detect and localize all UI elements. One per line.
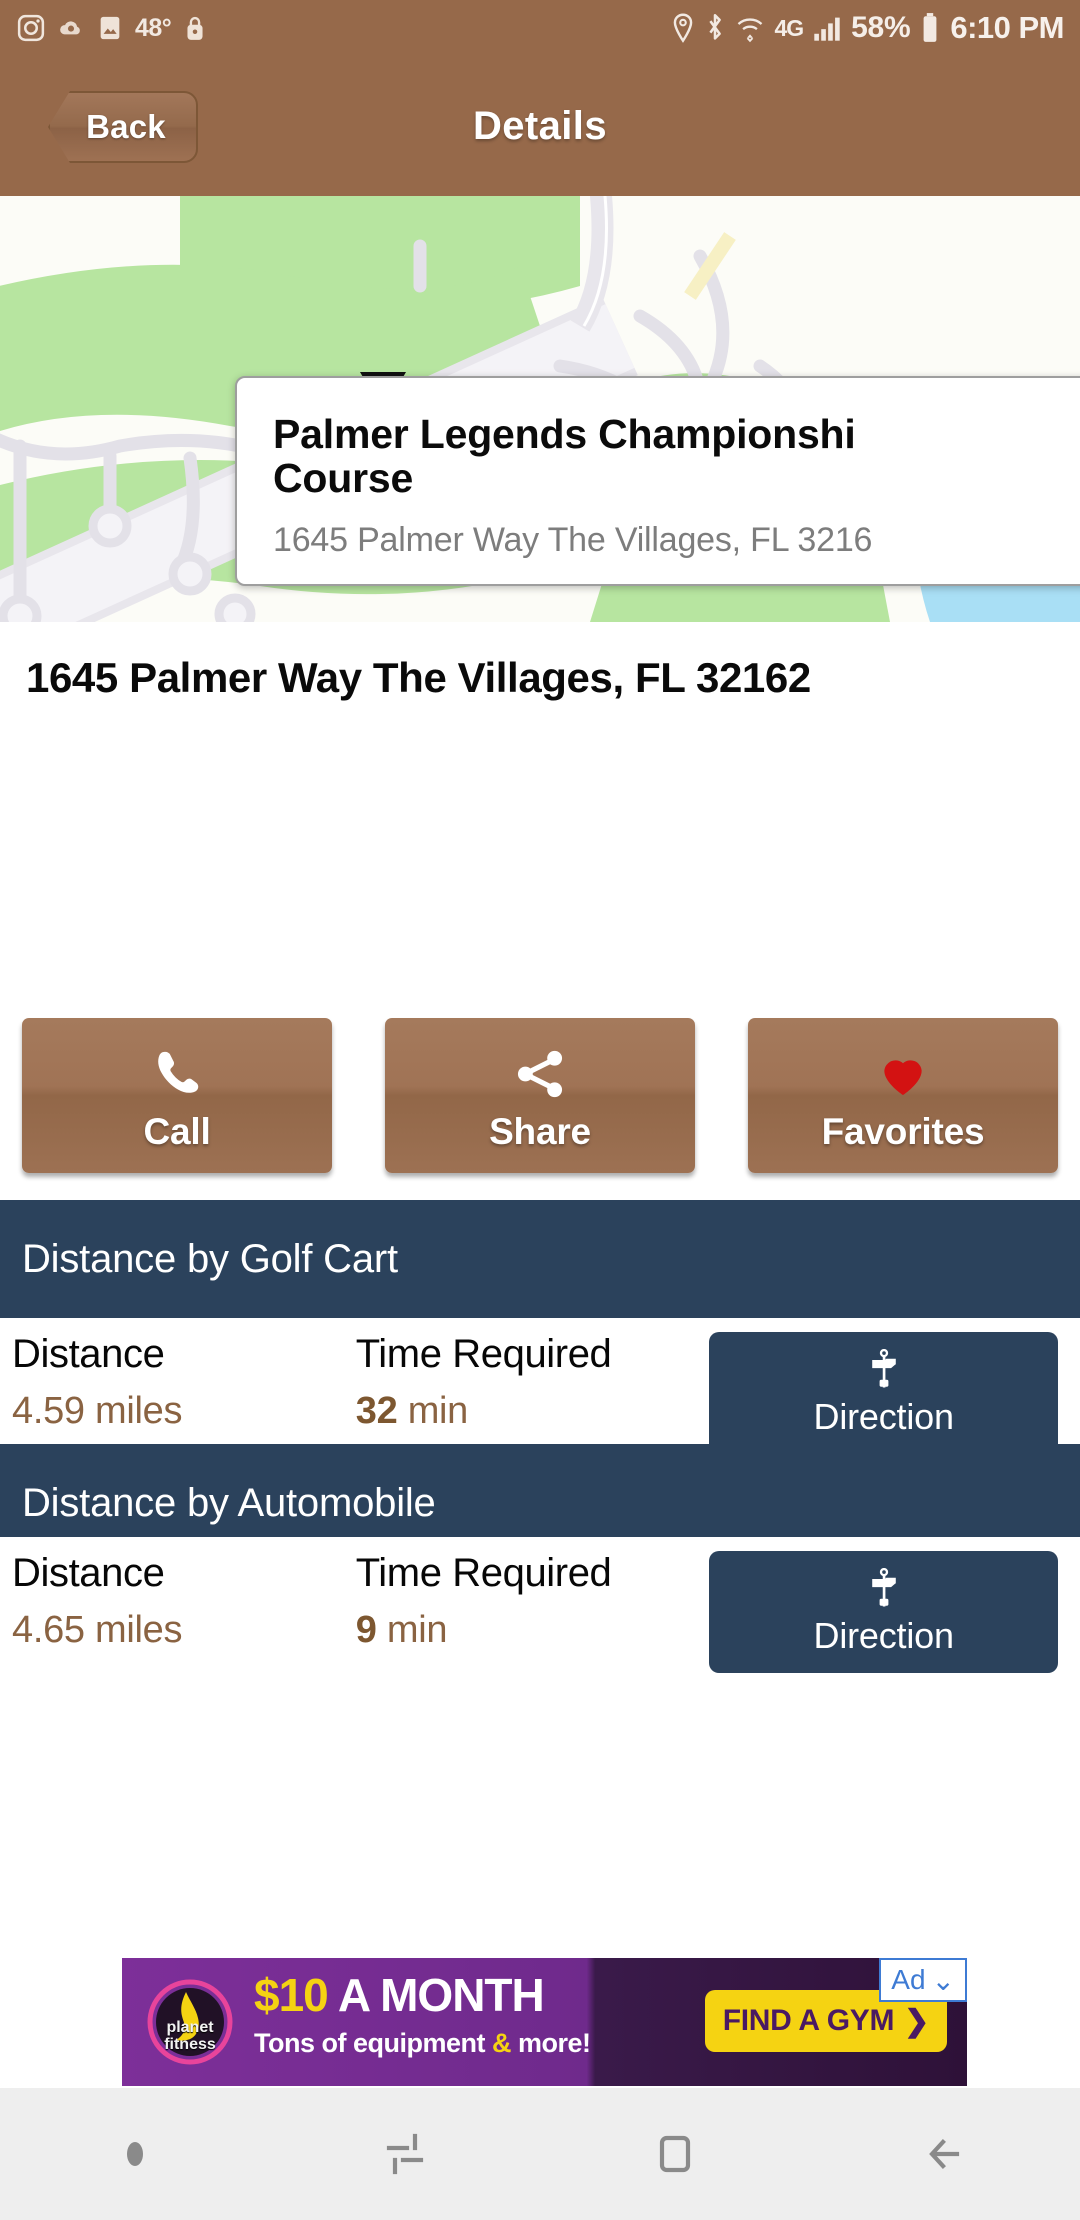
ad-badge-label: Ad — [891, 1964, 926, 1995]
weather-icon — [57, 14, 85, 42]
nav-home-button[interactable] — [540, 2130, 810, 2178]
automobile-direction-label: Direction — [813, 1615, 954, 1656]
app-bar: Details Back — [0, 56, 1080, 196]
automobile-time-number: 9 — [355, 1609, 377, 1651]
section-header-golf-cart: Distance by Golf Cart — [0, 1200, 1080, 1318]
ad-cta-label: FIND A GYM — [722, 2004, 895, 2037]
photo-icon — [96, 14, 124, 42]
golf-cart-time-unit: min — [407, 1390, 469, 1432]
ad-subline-amp: & — [491, 2028, 512, 2058]
golf-cart-time-metric: Time Required 32 min — [356, 1332, 710, 1433]
automobile-time-label: Time Required — [355, 1551, 612, 1595]
info-card-title-line1: Palmer Legends Championshi — [273, 411, 856, 457]
app-screen: 48° 4G 58% 6:10 PM Details Back Palmer L… — [0, 0, 1080, 2220]
ad-copy: $10 A MONTH Tons of equipment & more! — [254, 1972, 591, 2059]
golf-cart-distance-value: 4.59 miles — [12, 1390, 356, 1433]
instagram-icon — [16, 13, 46, 43]
golf-cart-direction-button[interactable]: Direction — [709, 1332, 1058, 1454]
battery-icon — [919, 12, 941, 44]
golf-cart-time-number: 32 — [355, 1390, 398, 1432]
nav-recents-button[interactable] — [270, 2130, 540, 2178]
location-icon — [671, 13, 695, 43]
heart-icon — [875, 1043, 931, 1105]
address-heading-text: 1645 Palmer Way The Villages, FL 32162 — [26, 654, 811, 701]
section-header-automobile-label: Distance by Automobile — [22, 1480, 436, 1525]
automobile-distance-unit: miles — [95, 1609, 183, 1651]
section-body-automobile: Distance 4.65 miles Time Required 9 min … — [0, 1537, 1080, 1673]
favorites-button-label: Favorites — [821, 1110, 985, 1152]
signal-bars-icon — [812, 13, 842, 43]
call-button[interactable]: Call — [22, 1018, 332, 1173]
golf-cart-distance-unit: miles — [95, 1390, 183, 1432]
call-button-label: Call — [143, 1110, 211, 1152]
golf-cart-direction-label: Direction — [813, 1396, 954, 1437]
golf-cart-distance-number: 4.59 — [12, 1390, 85, 1432]
share-icon — [513, 1043, 567, 1105]
action-button-row: Call Share Favorites — [0, 1018, 1080, 1190]
favorites-button[interactable]: Favorites — [748, 1018, 1058, 1173]
section-body-golf-cart: Distance 4.59 miles Time Required 32 min… — [0, 1318, 1080, 1454]
ad-subline-a: Tons of equipment — [254, 2028, 492, 2058]
info-card-address: 1645 Palmer Way The Villages, FL 3216 — [273, 520, 873, 559]
golf-cart-distance-metric: Distance 4.59 miles — [12, 1332, 356, 1433]
temperature-reading: 48° — [135, 13, 172, 42]
back-arrow-icon — [929, 2139, 960, 2169]
bluetooth-icon — [704, 13, 726, 43]
planet-fitness-logo-icon: planet fitness — [142, 1974, 238, 2070]
automobile-distance-number: 4.65 — [12, 1609, 85, 1651]
map-view[interactable]: d Way Buena Vista Blvd Palmer Legends Ch… — [0, 196, 1080, 622]
automobile-time-value: 9 min — [356, 1609, 710, 1652]
automobile-direction-button[interactable]: Direction — [709, 1551, 1058, 1673]
ad-headline: $10 A MONTH — [254, 1972, 591, 2018]
nav-back-button[interactable] — [810, 2130, 1080, 2178]
ad-subline: Tons of equipment & more! — [254, 2028, 591, 2059]
phone-icon — [149, 1043, 205, 1105]
back-button-label: Back — [86, 108, 166, 145]
status-bar-left: 48° — [16, 13, 208, 43]
golf-cart-time-label: Time Required — [355, 1332, 612, 1376]
automobile-time-metric: Time Required 9 min — [356, 1551, 710, 1652]
chevron-down-icon: ⌄ — [931, 1964, 955, 1996]
ad-headline-rest: A MONTH — [327, 1969, 545, 2021]
info-card-title: Palmer Legends Championshi Course — [273, 412, 1080, 501]
automobile-distance-metric: Distance 4.65 miles — [12, 1551, 356, 1652]
map-info-card[interactable]: Palmer Legends Championshi Course 1645 P… — [235, 376, 1080, 586]
automobile-distance-value: 4.65 miles — [12, 1609, 356, 1652]
golf-cart-distance-label: Distance — [12, 1332, 165, 1376]
ad-headline-price: $10 — [254, 1969, 329, 2021]
ad-choices-badge[interactable]: Ad ⌄ — [879, 1958, 967, 2002]
back-button[interactable]: Back — [48, 91, 198, 163]
ad-banner[interactable]: planet fitness $10 A MONTH Tons of equip… — [122, 1958, 967, 2086]
status-bar: 48° 4G 58% 6:10 PM — [0, 0, 1080, 56]
share-button-label: Share — [489, 1110, 591, 1152]
status-bar-right: 4G 58% 6:10 PM — [671, 10, 1064, 46]
planet-fitness-wordmark: planet fitness — [164, 2019, 216, 2053]
lock-icon — [182, 14, 208, 42]
signpost-icon — [864, 1348, 904, 1394]
nav-dot-button[interactable] — [0, 2142, 270, 2166]
automobile-distance-label: Distance — [12, 1551, 165, 1595]
golf-cart-time-value: 32 min — [356, 1390, 710, 1433]
system-navigation-bar — [0, 2088, 1080, 2220]
home-square-icon — [659, 2135, 691, 2173]
share-button[interactable]: Share — [385, 1018, 695, 1173]
network-type-label: 4G — [774, 14, 804, 41]
section-header-golf-cart-label: Distance by Golf Cart — [22, 1236, 398, 1281]
address-heading: 1645 Palmer Way The Villages, FL 32162 — [0, 622, 1080, 734]
wifi-icon — [735, 13, 765, 43]
automobile-time-unit: min — [386, 1609, 448, 1651]
recents-icon — [386, 2133, 424, 2175]
info-card-title-line2: Course — [273, 455, 414, 502]
chevron-right-icon: ❯ — [904, 2004, 929, 2038]
signpost-icon — [864, 1567, 904, 1613]
dot-icon — [127, 2142, 143, 2166]
ad-subline-b: more! — [510, 2028, 591, 2058]
clock-time: 6:10 PM — [950, 10, 1064, 45]
battery-percentage: 58% — [851, 11, 911, 44]
